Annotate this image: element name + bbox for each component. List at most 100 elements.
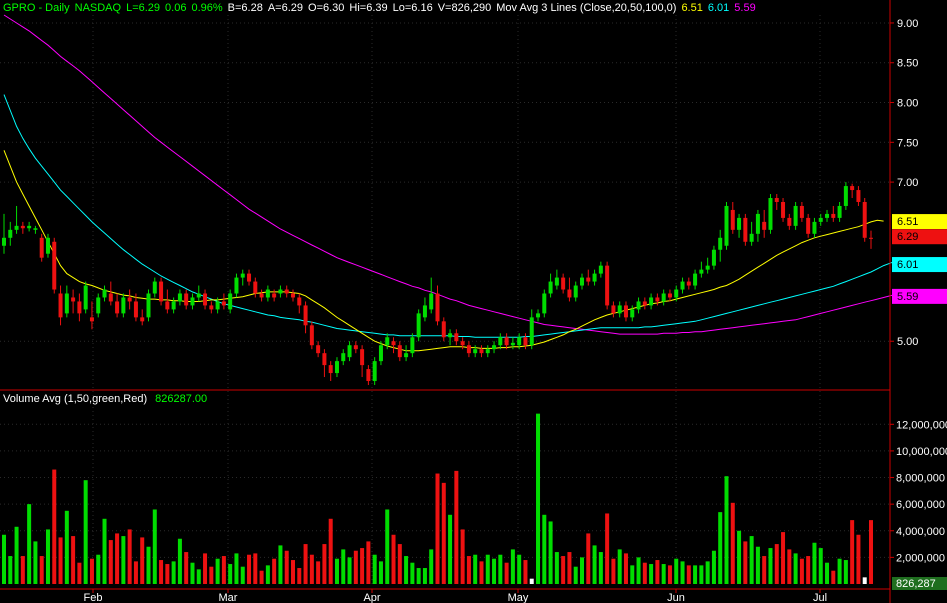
candle-body [806, 217, 811, 234]
volume-bar [322, 544, 327, 584]
candle-body [159, 281, 164, 302]
volume-bar [523, 560, 528, 584]
candle-body [548, 281, 553, 294]
candle-body [693, 273, 698, 286]
volume-bar [831, 570, 836, 584]
candle-body [240, 273, 245, 278]
volume-bar [228, 564, 233, 584]
candle-body [630, 309, 635, 318]
volume-bar [517, 554, 522, 584]
candle-body [554, 277, 559, 286]
candle-body [234, 277, 239, 294]
volume-bar [33, 541, 38, 584]
candle-body [410, 337, 415, 354]
volume-bar [115, 533, 120, 584]
exchange-label: NASDAQ [74, 2, 122, 14]
volume-bar [127, 529, 132, 584]
price-tick-label: 7.00 [897, 177, 918, 189]
volume-bar [58, 537, 63, 584]
volume-bar [856, 534, 861, 584]
price-tag-label: 6.51 [897, 216, 918, 228]
candle-body [636, 301, 641, 310]
candle-body [58, 293, 63, 318]
candle-body [649, 297, 654, 306]
candle-body [479, 349, 484, 354]
high-price: Hi=6.39 [349, 2, 388, 14]
price-tick-label: 8.50 [897, 58, 918, 70]
candle-body [127, 297, 132, 302]
volume-bar [159, 560, 164, 584]
candle-body [812, 221, 817, 234]
volume-bar [850, 520, 855, 584]
volume-bar [64, 510, 69, 584]
volume-bar [14, 526, 19, 584]
volume-bar [203, 553, 208, 584]
candle-body [265, 289, 270, 298]
candle-body [196, 293, 201, 298]
volume-bar [466, 556, 471, 584]
candle-body [623, 305, 628, 318]
candle-body [825, 213, 830, 218]
candle-body [862, 201, 867, 238]
candle-body [755, 213, 760, 234]
volume-bar [410, 562, 415, 584]
volume-bar [297, 568, 302, 584]
volume-bar [812, 542, 817, 584]
volume-bar [404, 556, 409, 584]
candle-body [190, 297, 195, 306]
volume-bar [196, 569, 201, 584]
volume-bar [755, 546, 760, 584]
candle-body [27, 225, 32, 229]
volume-bar [485, 554, 490, 584]
candle-body [309, 325, 314, 346]
candle-body [115, 301, 120, 314]
candle-body [328, 365, 333, 374]
volume-bar [536, 413, 541, 584]
volume-bar [96, 554, 101, 584]
volume-bar [793, 553, 798, 584]
volume-bar [316, 561, 321, 584]
volume-bar [592, 545, 597, 584]
candle-body [473, 349, 478, 354]
month-label: Jul [813, 592, 827, 603]
candle-body [586, 277, 591, 282]
candle-body [108, 293, 113, 302]
candle-body [498, 337, 503, 346]
candle-body [592, 273, 597, 282]
volume-bar [580, 557, 584, 584]
volume-bar [177, 538, 182, 584]
volume-bar [240, 566, 245, 584]
price-tag-label: 6.29 [897, 231, 918, 243]
candle-body [391, 341, 396, 346]
candle-body [378, 345, 383, 362]
volume-bar [253, 553, 258, 584]
candle-body [102, 289, 107, 298]
candle-body [20, 225, 25, 229]
candle-body [667, 293, 672, 298]
ma20-value: 6.51 [681, 2, 703, 14]
volume-bar [781, 532, 786, 584]
candle-body [799, 205, 804, 218]
candle-body [278, 289, 283, 294]
candle-body [39, 237, 44, 258]
candle-body [542, 293, 547, 314]
candle-body [253, 281, 258, 294]
candle-body [661, 293, 666, 302]
ma100-value: 5.59 [734, 2, 756, 14]
last-price: L=6.29 [126, 2, 161, 14]
volume-bar [272, 558, 277, 584]
stock-chart[interactable]: 9.00 8.50 8.00 7.50 7.00 5.00 12,000,000 10,000… [0, 0, 947, 603]
volume-bar [429, 549, 434, 584]
candle-body [397, 345, 402, 358]
ask-price: A=6.29 [267, 2, 304, 14]
candle-body [680, 281, 685, 290]
volume-bar [605, 513, 610, 584]
candle-body [699, 269, 704, 274]
candle-body [642, 301, 647, 306]
volume-bar [573, 566, 578, 584]
candle-body [837, 205, 842, 218]
volume-bar [234, 553, 239, 584]
candle-body [711, 249, 716, 266]
volume-bar [774, 544, 779, 584]
candle-body [259, 293, 264, 298]
